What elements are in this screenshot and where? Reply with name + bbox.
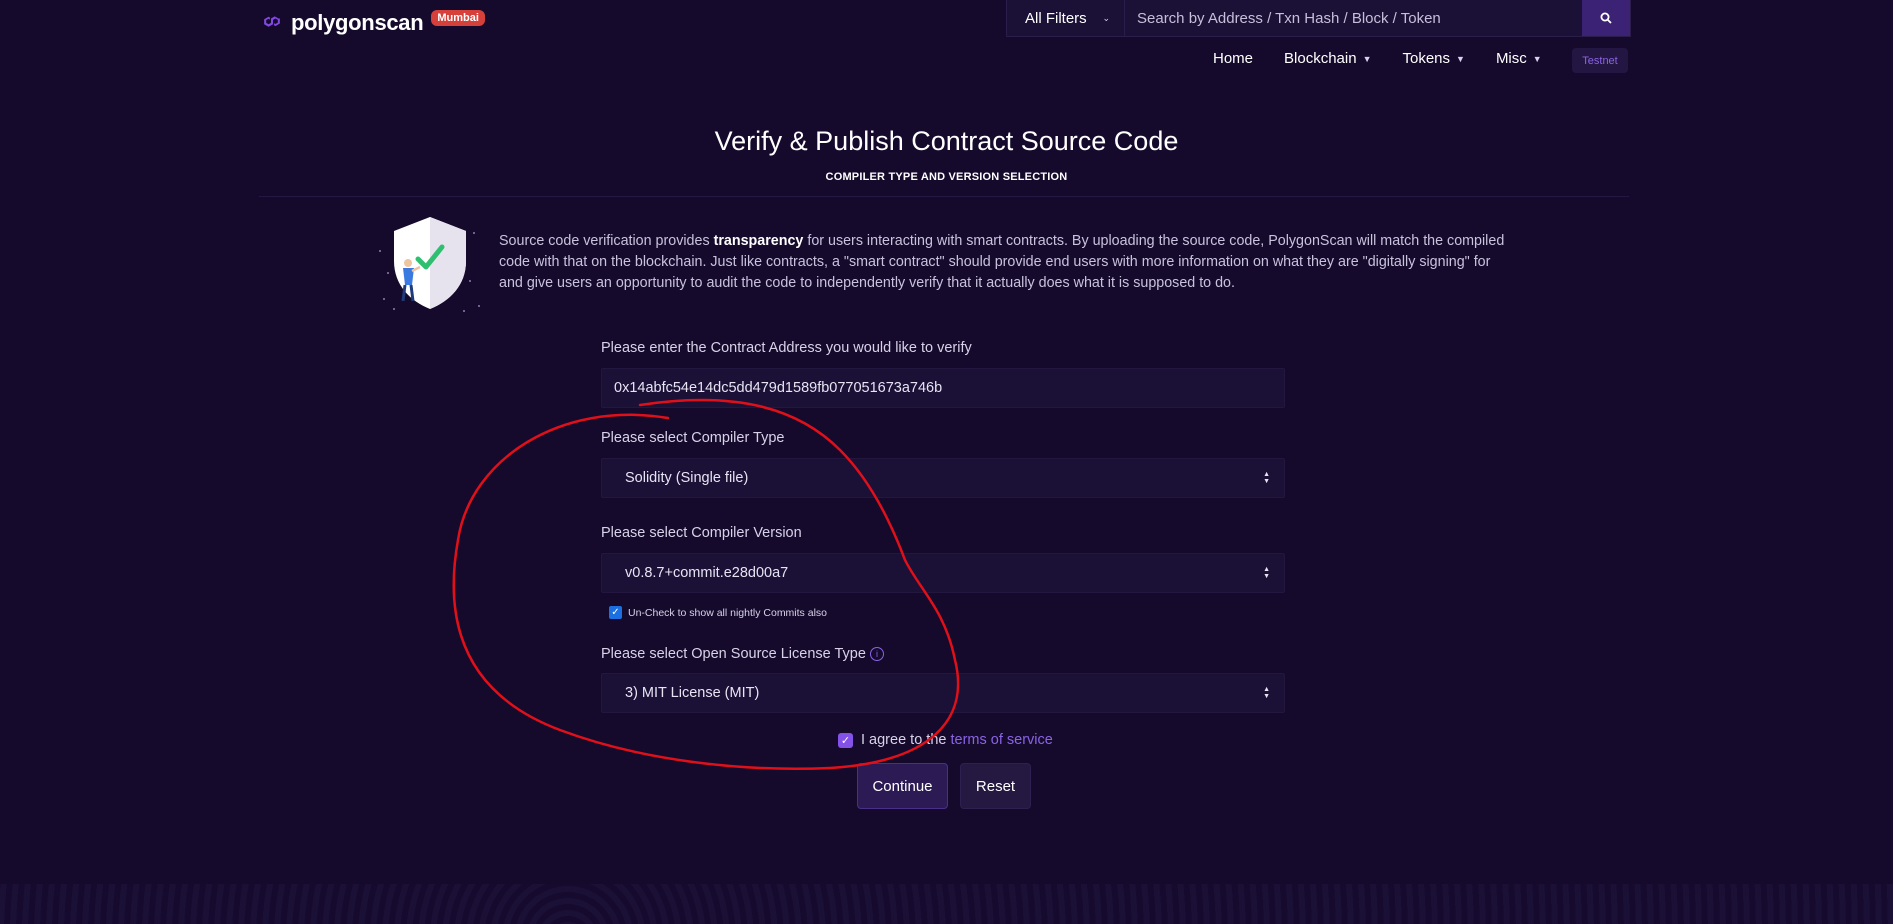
chevron-down-icon: ⌄ [1102, 12, 1110, 23]
search-input[interactable] [1125, 0, 1582, 36]
nightly-commits-checkbox[interactable]: ✓ [609, 606, 622, 619]
intro-text-part: Source code verification provides [499, 233, 714, 249]
search-icon [1600, 12, 1612, 24]
compiler-version-value: v0.8.7+commit.e28d00a7 [625, 565, 789, 581]
nav-home-label: Home [1213, 50, 1254, 67]
reset-button[interactable]: Reset [960, 763, 1031, 809]
continue-button[interactable]: Continue [857, 763, 948, 809]
polygon-logo-icon [264, 16, 280, 27]
nav-misc[interactable]: Misc ▼ [1496, 50, 1542, 67]
nightly-commits-option: ✓ Un-Check to show all nightly Commits a… [609, 606, 827, 619]
shield-illustration-icon [379, 217, 480, 312]
license-type-label-text: Please select Open Source License Type [601, 646, 866, 662]
nav-home[interactable]: Home [1213, 50, 1253, 67]
terms-prefix: I agree to the [861, 732, 951, 748]
search-filter-dropdown[interactable]: All Filters ⌄ [1007, 0, 1125, 36]
chevron-down-icon: ▼ [1362, 53, 1372, 64]
logo-text: polygonscan [291, 10, 424, 35]
compiler-type-label: Please select Compiler Type [601, 430, 785, 446]
terms-of-service-link[interactable]: terms of service [950, 732, 1052, 748]
network-badge: Mumbai [431, 10, 485, 26]
info-icon[interactable]: i [869, 647, 884, 661]
chevron-down-icon: ▼ [1532, 53, 1542, 64]
page-subtitle: COMPILER TYPE AND VERSION SELECTION [825, 171, 1068, 183]
nav-tokens[interactable]: Tokens ▼ [1402, 50, 1464, 67]
testnet-badge[interactable]: Testnet [1572, 48, 1628, 73]
license-type-value: 3) MIT License (MIT) [625, 685, 760, 701]
terms-checkbox[interactable]: ✓ [838, 732, 853, 748]
filter-label: All Filters [1025, 9, 1087, 27]
contract-address-input[interactable]: 0x14abfc54e14dc5dd479d1589fb077051673a74… [601, 368, 1285, 408]
nav-misc-label: Misc [1495, 50, 1527, 67]
nightly-commits-label: Un-Check to show all nightly Commits als… [628, 606, 827, 619]
contract-address-value: 0x14abfc54e14dc5dd479d1589fb077051673a74… [614, 380, 943, 396]
sort-arrows-icon: ▲ ▼ [1263, 471, 1270, 485]
footer-background-pattern [0, 884, 1893, 924]
compiler-version-select[interactable]: v0.8.7+commit.e28d00a7 ▲ ▼ [601, 553, 1285, 593]
search-button[interactable] [1582, 0, 1630, 36]
nav-tokens-label: Tokens [1402, 50, 1451, 67]
compiler-type-select[interactable]: Solidity (Single file) ▲ ▼ [601, 458, 1285, 498]
nav-blockchain-label: Blockchain [1284, 50, 1357, 67]
terms-agreement-text: I agree to the terms of service [861, 732, 1053, 748]
page-title: Verify & Publish Contract Source Code [714, 126, 1179, 156]
search-bar: All Filters ⌄ [1006, 0, 1631, 37]
sort-arrows-icon: ▲ ▼ [1263, 566, 1270, 580]
nav-blockchain[interactable]: Blockchain ▼ [1284, 50, 1371, 67]
intro-emphasis: transparency [713, 233, 804, 249]
main-nav: Home Blockchain ▼ Tokens ▼ Misc ▼ [1213, 50, 1573, 67]
intro-text: Source code verification provides transp… [499, 231, 1517, 294]
compiler-version-label: Please select Compiler Version [601, 525, 802, 541]
contract-address-label: Please enter the Contract Address you wo… [601, 340, 972, 356]
polygonscan-logo[interactable]: polygonscan Mumbai [259, 10, 485, 36]
compiler-type-value: Solidity (Single file) [625, 470, 749, 486]
sort-arrows-icon: ▲ ▼ [1263, 686, 1270, 700]
license-type-label: Please select Open Source License Type i [601, 646, 884, 662]
license-type-select[interactable]: 3) MIT License (MIT) ▲ ▼ [601, 673, 1285, 713]
chevron-down-icon: ▼ [1456, 53, 1465, 64]
terms-agreement: ✓ I agree to the terms of service [838, 732, 1053, 748]
divider [259, 196, 1629, 197]
